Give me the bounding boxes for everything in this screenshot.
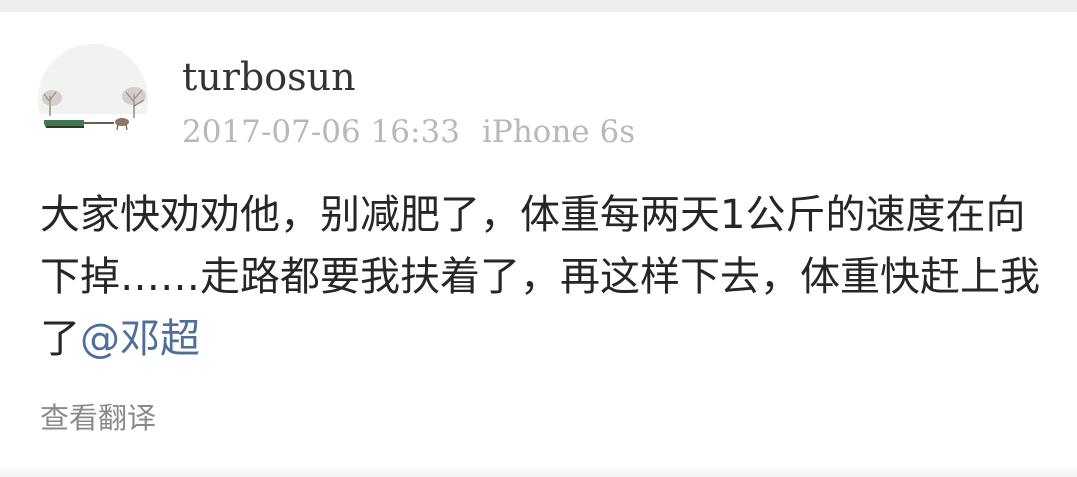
avatar-winter-scene-image (38, 44, 148, 154)
post-timestamp: 2017-07-06 16:33 (182, 114, 460, 150)
post-body: 大家快劝劝他，别减肥了，体重每两天1公斤的速度在向下掉……走路都要我扶着了，再这… (40, 184, 1040, 370)
post-meta: 2017-07-06 16:33 iPhone 6s (182, 110, 635, 154)
username[interactable]: turbosun (182, 52, 356, 102)
mention-link[interactable]: @邓超 (80, 316, 200, 362)
top-divider-strip (0, 0, 1077, 12)
avatar[interactable] (38, 44, 148, 154)
bottom-divider (0, 466, 1077, 477)
post-device: iPhone 6s (481, 114, 636, 150)
view-translation-link[interactable]: 查看翻译 (40, 397, 156, 439)
